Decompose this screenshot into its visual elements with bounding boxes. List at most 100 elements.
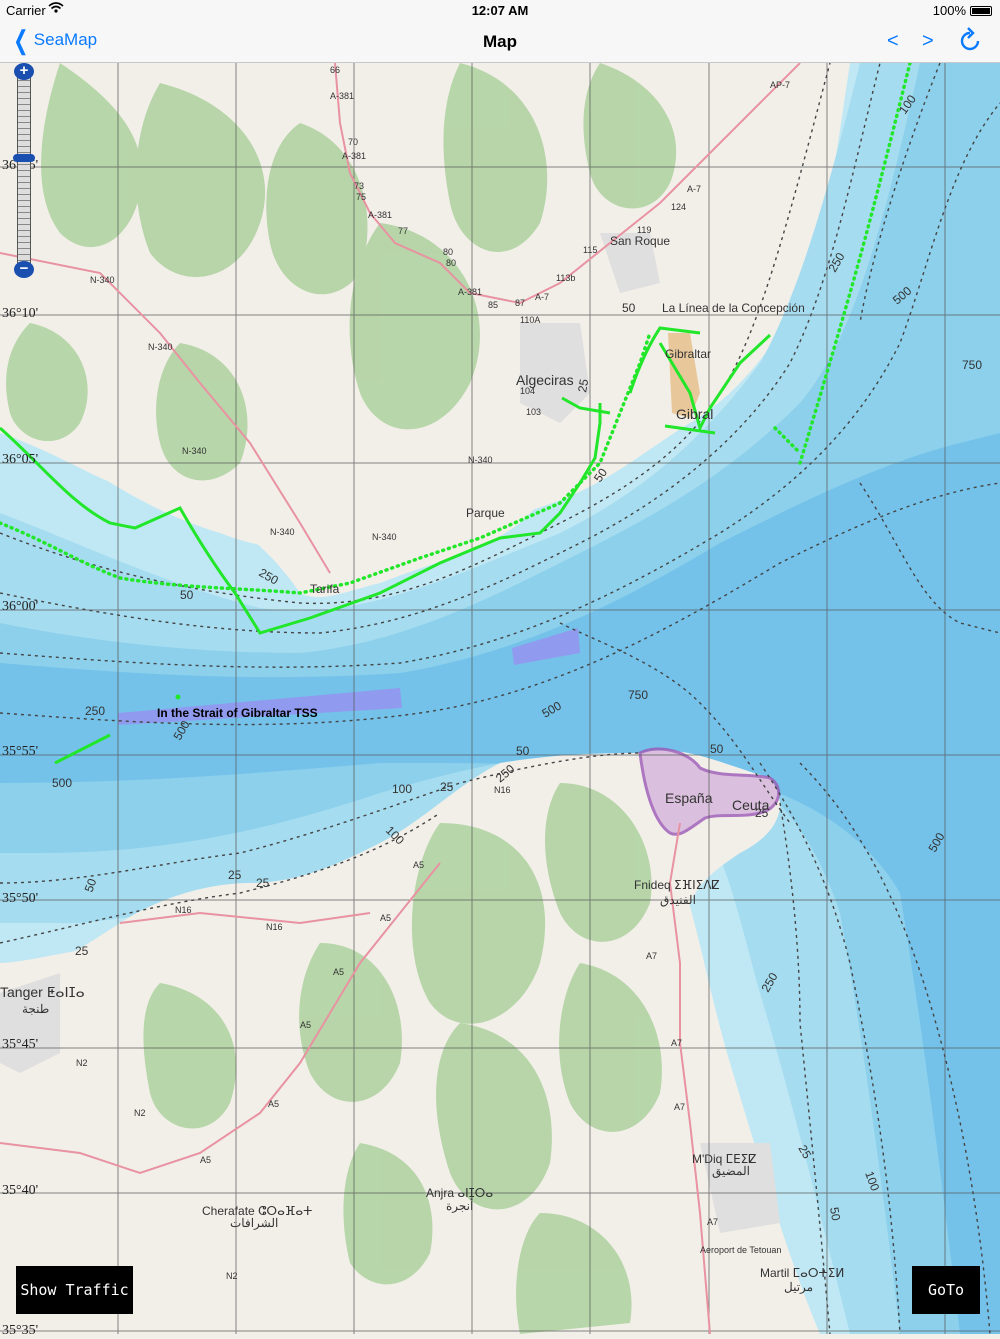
- place-san-roque: San Roque: [610, 234, 670, 248]
- depth-label: 100: [392, 782, 412, 796]
- road-label: A5: [380, 913, 391, 923]
- road-label: N2: [134, 1108, 146, 1118]
- depth-label: 50: [516, 744, 530, 758]
- road-label: A5: [200, 1155, 211, 1165]
- road-label: A5: [333, 967, 344, 977]
- lat-label: 35°50': [2, 891, 38, 906]
- place-fnideq: Fnideq ⵉⴼⵏⵉⴷⵇ: [634, 878, 720, 892]
- road-label: A7: [674, 1102, 685, 1112]
- road-label: N16: [494, 785, 511, 795]
- road-label: A-7: [687, 184, 701, 194]
- zoom-slider-track[interactable]: [17, 73, 31, 269]
- place-anjra-ar: أنجرة: [446, 1198, 473, 1213]
- depth-label: 50: [827, 1206, 843, 1222]
- road-number: 110A: [520, 315, 540, 325]
- depth-label: 25: [256, 876, 270, 890]
- road-label: N-340: [182, 446, 207, 456]
- zoom-control[interactable]: + −: [13, 63, 35, 279]
- road-label: A5: [300, 1020, 311, 1030]
- lat-label: 36°00': [2, 599, 38, 614]
- navigation-bar: ❮ SeaMap Map < >: [0, 22, 1000, 63]
- road-label: N16: [266, 922, 283, 932]
- place-martil: Martil ⵎⴰⵔⵜⵉⵍ: [760, 1266, 844, 1280]
- place-gibraltar-large: Gibral: [676, 406, 713, 422]
- lat-label: 35°45': [2, 1037, 38, 1052]
- road-label: A-7: [535, 292, 549, 302]
- place-gibraltar: Gibraltar: [665, 347, 711, 361]
- zoom-in-button[interactable]: +: [14, 63, 34, 80]
- road-number: 80: [443, 247, 453, 257]
- road-label: A7: [707, 1217, 718, 1227]
- place-tarifa: Tarifa: [310, 582, 340, 596]
- road-label: A7: [671, 1038, 682, 1048]
- battery-icon: [970, 5, 992, 16]
- road-label: N-340: [270, 527, 295, 537]
- place-algeciras: Algeciras: [516, 372, 574, 388]
- road-label: A-381: [330, 91, 354, 101]
- road-number: 85: [488, 300, 498, 310]
- place-la-linea: La Línea de la Concepción: [662, 301, 805, 315]
- depth-label: 25: [75, 944, 89, 958]
- lat-label: 35°40': [2, 1183, 38, 1198]
- road-label: N2: [76, 1058, 88, 1068]
- road-number: 103: [526, 407, 541, 417]
- goto-button[interactable]: GoTo: [912, 1266, 980, 1314]
- lat-label: 35°55': [2, 744, 38, 759]
- lat-label: 35°35': [2, 1323, 38, 1334]
- road-label: N2: [226, 1271, 238, 1281]
- vessel-marker[interactable]: [175, 694, 181, 700]
- road-label: N-340: [90, 275, 115, 285]
- place-airport: Aeroport de Tetouan: [700, 1245, 781, 1255]
- road-number: 77: [398, 226, 408, 236]
- lat-label: 36°10': [2, 306, 38, 321]
- road-number: 124: [671, 202, 686, 212]
- tss-label: In the Strait of Gibraltar TSS: [157, 706, 318, 720]
- place-mdiq-ar: المضيق: [712, 1164, 750, 1178]
- sea-map[interactable]: 36°15' 36°10' 36°05' 36°00' 35°55' 35°50…: [0, 61, 1000, 1338]
- road-number: 115: [583, 245, 597, 255]
- depth-label: 25: [440, 780, 454, 794]
- place-parque: Parque: [466, 506, 505, 520]
- road-label: N-340: [148, 342, 173, 352]
- place-cherafate-ar: الشرافات: [230, 1216, 278, 1230]
- depth-label: 50: [622, 301, 636, 315]
- previous-button[interactable]: <: [887, 30, 899, 53]
- place-martil-ar: مرتيل: [784, 1280, 813, 1294]
- road-number: 80: [446, 258, 456, 268]
- page-title: Map: [483, 32, 517, 51]
- depth-label: 25: [228, 868, 242, 882]
- depth-label: 500: [52, 776, 72, 790]
- battery-percent: 100%: [932, 3, 966, 18]
- depth-label: 250: [85, 704, 105, 718]
- road-number: 75: [356, 192, 366, 202]
- road-number: 73: [354, 181, 364, 191]
- depth-label: 750: [628, 688, 648, 702]
- road-label: A-381: [458, 287, 482, 297]
- road-label: N-340: [372, 532, 397, 542]
- show-traffic-button[interactable]: Show Traffic: [16, 1266, 133, 1314]
- road-label: A5: [413, 860, 424, 870]
- refresh-icon[interactable]: [958, 27, 982, 58]
- depth-label: 50: [710, 742, 724, 756]
- road-label: N16: [175, 905, 192, 915]
- place-espana: España: [665, 790, 713, 806]
- depth-label: 750: [962, 358, 982, 372]
- place-anjra: Anjra ⴰⵏⵊⵔⴰ: [426, 1186, 493, 1200]
- road-number: 113b: [556, 273, 575, 283]
- next-button[interactable]: >: [922, 30, 934, 53]
- status-bar: Carrier 12:07 AM 100%: [0, 0, 1000, 22]
- battery: 100%: [933, 3, 992, 18]
- place-fnideq-ar: الفنيدق: [660, 893, 696, 907]
- road-label: N-340: [468, 455, 493, 465]
- road-label: A5: [268, 1099, 279, 1109]
- road-label: A-381: [368, 210, 392, 220]
- clock: 12:07 AM: [471, 3, 529, 18]
- place-tanger-ar: طنجة: [22, 1002, 49, 1016]
- place-tanger: Tanger ⵟⴰⵏⵊⴰ: [0, 984, 85, 1000]
- road-number: 66: [330, 65, 340, 75]
- road-number: 70: [348, 137, 358, 147]
- depth-label: 25: [575, 378, 591, 394]
- road-label: A7: [646, 951, 657, 961]
- zoom-slider-thumb[interactable]: [13, 154, 35, 162]
- zoom-out-button[interactable]: −: [14, 261, 34, 278]
